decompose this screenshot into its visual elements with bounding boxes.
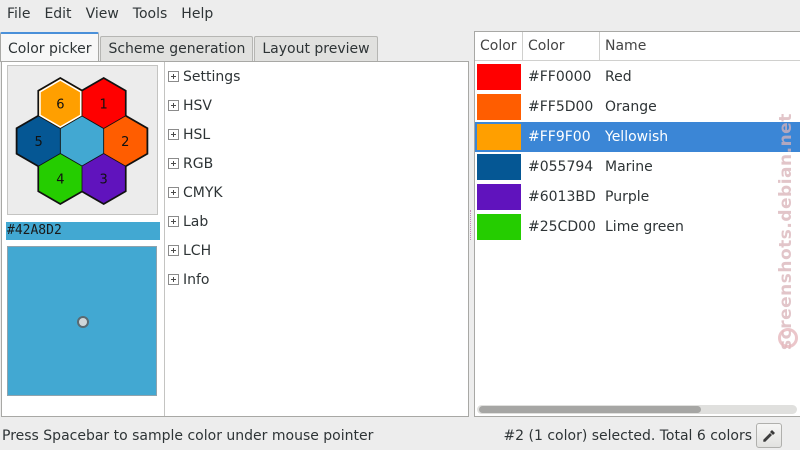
expand-icon[interactable] [168, 100, 179, 111]
tree-item-hsv[interactable]: HSV [166, 91, 466, 120]
tree-item-label: Settings [183, 68, 241, 85]
expand-icon[interactable] [168, 129, 179, 140]
palette-row[interactable]: #FF9F00 Yellowish [475, 122, 800, 152]
tree-item-label: RGB [183, 155, 214, 172]
hexagon-number: 6 [56, 98, 64, 113]
horizontal-scrollbar[interactable] [477, 405, 797, 414]
expand-icon[interactable] [168, 187, 179, 198]
color-hex: #FF9F00 [528, 129, 591, 145]
palette-row[interactable]: #6013BD Purple [475, 182, 800, 212]
palette-row[interactable]: #055794 Marine [475, 152, 800, 182]
tab-bar: Color picker Scheme generation Layout pr… [0, 32, 379, 62]
color-name: Marine [605, 159, 653, 175]
color-swatch [477, 214, 521, 240]
color-swatch [477, 184, 521, 210]
color-hex: #055794 [528, 159, 594, 175]
hex-color-input[interactable] [6, 222, 160, 240]
color-name: Red [605, 69, 632, 85]
watermark-text: screenshots.debian.net [776, 113, 796, 350]
tree-item-settings[interactable]: Settings [166, 62, 466, 91]
debian-swirl-icon [778, 328, 798, 348]
hexagon-number: 3 [100, 173, 108, 188]
color-name: Purple [605, 189, 650, 205]
color-swatch [477, 124, 521, 150]
palette-row[interactable]: #25CD00 Lime green [475, 212, 800, 242]
hexagon-number: 2 [121, 135, 129, 150]
column-header-color[interactable]: Color [523, 32, 600, 61]
pane-splitter-handle[interactable] [470, 210, 472, 240]
color-swatch [477, 94, 521, 120]
menu-tools[interactable]: Tools [126, 0, 175, 28]
expand-icon[interactable] [168, 216, 179, 227]
color-preview-area[interactable] [7, 246, 157, 396]
menu-file[interactable]: File [0, 0, 37, 28]
palette-row[interactable]: #FF5D00 Orange [475, 92, 800, 122]
tree-item-label: CMYK [183, 184, 223, 201]
status-selection: #2 (1 color) selected. Total 6 colors [503, 428, 752, 444]
status-bar: Press Spacebar to sample color under mou… [0, 422, 800, 450]
color-hex: #25CD00 [528, 219, 596, 235]
menu-edit[interactable]: Edit [37, 0, 78, 28]
sample-color-button[interactable] [756, 423, 782, 448]
status-hint: Press Spacebar to sample color under mou… [2, 428, 374, 444]
tree-item-info[interactable]: Info [166, 265, 466, 294]
tab-color-picker[interactable]: Color picker [0, 32, 100, 62]
tree-item-label: HSL [183, 126, 211, 143]
tree-item-label: HSV [183, 97, 212, 114]
picker-cursor[interactable] [77, 316, 89, 328]
menubar: File Edit View Tools Help [0, 0, 800, 28]
column-header-name[interactable]: Name [600, 32, 800, 61]
palette-header: Color Color Name [475, 32, 800, 61]
tab-scheme-generation[interactable]: Scheme generation [100, 36, 254, 62]
color-swatch [477, 154, 521, 180]
color-name: Yellowish [605, 129, 669, 145]
column-header-swatch[interactable]: Color [475, 32, 523, 61]
tree-item-label: Info [183, 271, 210, 288]
color-hex: #FF0000 [528, 69, 592, 85]
hexagon-swatches[interactable]: 6 1 5 2 4 3 [8, 66, 157, 214]
tree-item-cmyk[interactable]: CMYK [166, 178, 466, 207]
tree-item-label: LCH [183, 242, 212, 259]
palette-row[interactable]: #FF0000 Red [475, 62, 800, 92]
color-name: Orange [605, 99, 657, 115]
expand-icon[interactable] [168, 71, 179, 82]
hexagon-number: 4 [56, 173, 64, 188]
scrollbar-thumb[interactable] [479, 406, 701, 413]
tree-item-hsl[interactable]: HSL [166, 120, 466, 149]
color-picker-panel: 6 1 5 2 4 3 Settings HSV HSL RGB CMYK Lab LCH… [1, 61, 469, 417]
color-space-tree: Settings HSV HSL RGB CMYK Lab LCH Info [166, 62, 466, 294]
tree-item-lab[interactable]: Lab [166, 207, 466, 236]
tree-item-label: Lab [183, 213, 209, 230]
tree-item-lch[interactable]: LCH [166, 236, 466, 265]
palette-list: Color Color Name #FF0000 Red #FF5D00 Orange… [474, 31, 800, 417]
color-swatch [477, 64, 521, 90]
hexagon-number: 1 [100, 98, 108, 113]
tree-item-rgb[interactable]: RGB [166, 149, 466, 178]
panel-divider [164, 62, 165, 416]
hexagon-number: 5 [35, 135, 43, 150]
color-hex: #FF5D00 [528, 99, 594, 115]
color-hex: #6013BD [528, 189, 596, 205]
hexagon-color-selector[interactable]: 6 1 5 2 4 3 [7, 65, 158, 215]
eyedropper-icon [763, 429, 775, 442]
menu-help[interactable]: Help [174, 0, 220, 28]
expand-icon[interactable] [168, 245, 179, 256]
color-name: Lime green [605, 219, 684, 235]
expand-icon[interactable] [168, 274, 179, 285]
tab-layout-preview[interactable]: Layout preview [254, 36, 378, 62]
menu-view[interactable]: View [79, 0, 126, 28]
expand-icon[interactable] [168, 158, 179, 169]
